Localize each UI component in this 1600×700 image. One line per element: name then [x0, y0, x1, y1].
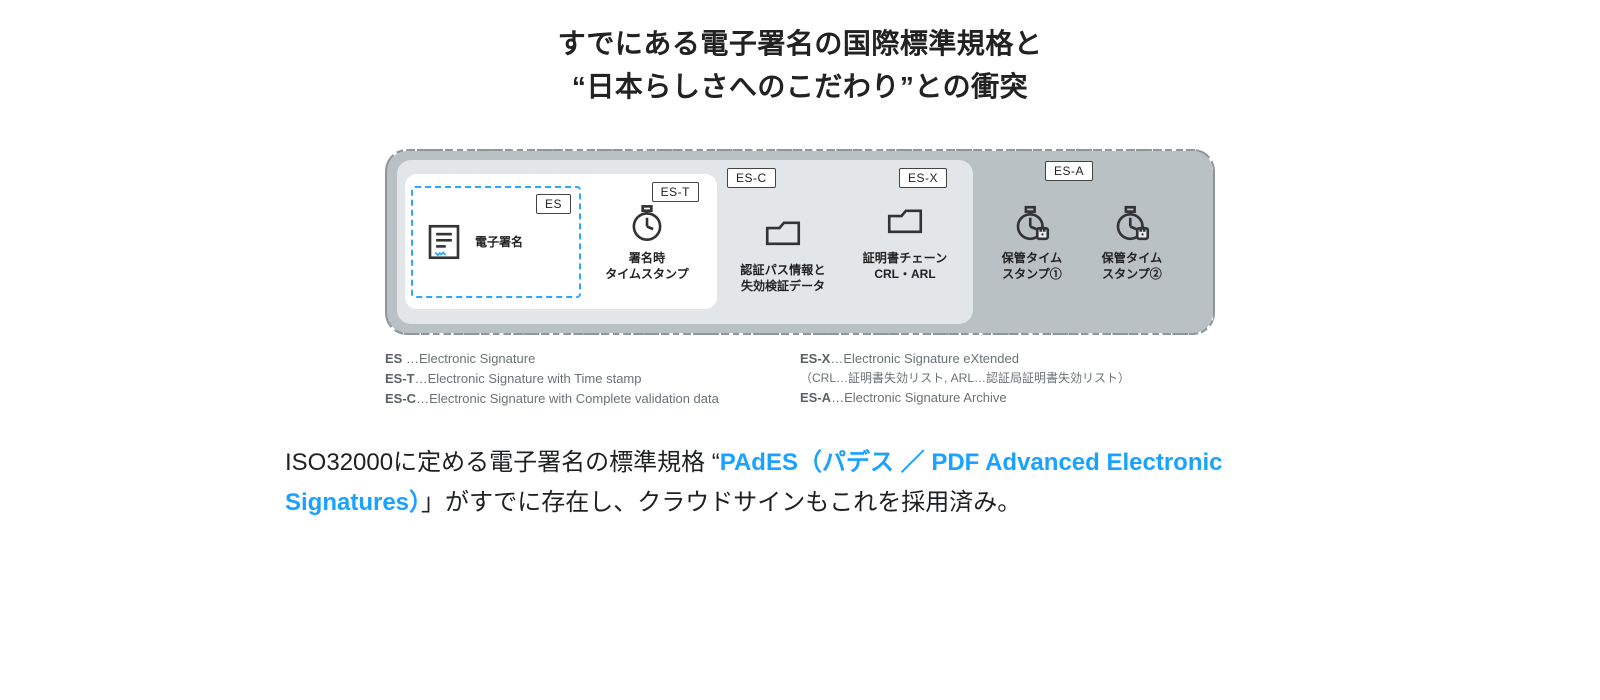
es-x-cell: 証明書チェーン CRL・ARL — [845, 202, 965, 282]
es-a-container: ES-A ES-X ES-T ES — [385, 149, 1215, 335]
archive-timestamp-icon — [1011, 202, 1053, 244]
timestamp-icon — [626, 202, 668, 244]
es-c-badge: ES-C — [727, 168, 776, 188]
es-c-label-1: 認証パス情報と — [740, 262, 825, 278]
footer-part-2: 」がすでに存在し、クラウドサインもこれを採用済み。 — [421, 489, 1021, 516]
es-x-badge: ES-X — [899, 168, 947, 188]
legend-esx-sub: （CRL…証明書失効リスト, ARL…認証局証明書失効リスト） — [800, 369, 1215, 388]
legend-esx-key: ES-X — [800, 351, 830, 366]
footer-part-1: ISO32000に定める電子署名の標準規格 “ — [285, 449, 720, 476]
legend-es-val: …Electronic Signature — [402, 351, 535, 366]
legend-est-key: ES-T — [385, 371, 415, 386]
legend: ES …Electronic Signature ES-T…Electronic… — [385, 349, 1215, 409]
legend-es-key: ES — [385, 351, 402, 366]
es-a-badge: ES-A — [1045, 161, 1093, 181]
legend-esa-val: …Electronic Signature Archive — [831, 390, 1007, 405]
folder-icon — [762, 214, 804, 256]
title-line-1: すでにある電子署名の国際標準規格と — [0, 22, 1600, 65]
legend-esx-val: …Electronic Signature eXtended — [830, 351, 1019, 366]
legend-esc-val: …Electronic Signature with Complete vali… — [416, 391, 719, 406]
es-t-label-1: 署名時 — [605, 250, 688, 266]
folder-icon — [884, 202, 926, 244]
page: すでにある電子署名の国際標準規格と “日本らしさへのこだわり”との衝突 ES-A… — [0, 0, 1600, 700]
es-a2-label-2: スタンプ② — [1102, 266, 1163, 282]
es-t-container: ES-T ES 電子署名 — [405, 174, 717, 309]
legend-est-val: …Electronic Signature with Time stamp — [415, 371, 642, 386]
legend-left: ES …Electronic Signature ES-T…Electronic… — [385, 349, 800, 409]
es-a2-cell: 保管タイム スタンプ② — [1087, 202, 1177, 282]
es-a2-label-1: 保管タイム — [1102, 250, 1163, 266]
es-a1-label-1: 保管タイム — [1002, 250, 1063, 266]
es-t-badge: ES-T — [652, 182, 699, 202]
legend-right: ES-X…Electronic Signature eXtended （CRL…… — [800, 349, 1215, 409]
es-a1-cell: 保管タイム スタンプ① — [987, 202, 1077, 282]
es-x-label-1: 証明書チェーン — [863, 250, 948, 266]
page-title: すでにある電子署名の国際標準規格と “日本らしさへのこだわり”との衝突 — [0, 0, 1600, 109]
es-container: ES 電子署名 — [411, 186, 581, 298]
archive-timestamp-icon — [1111, 202, 1153, 244]
document-icon — [423, 221, 465, 263]
legend-esa-key: ES-A — [800, 390, 831, 405]
es-label: 電子署名 — [475, 233, 523, 250]
es-x-label-2: CRL・ARL — [863, 266, 948, 282]
es-t-cell: 署名時 タイムスタンプ — [587, 202, 707, 282]
es-t-label-2: タイムスタンプ — [605, 266, 688, 282]
es-c-cell: . ES-C 認証パス情報と 失効検証データ — [723, 190, 843, 294]
es-x-container: ES-X ES-T ES — [397, 160, 973, 324]
es-badge: ES — [536, 194, 571, 214]
footer-text: ISO32000に定める電子署名の標準規格 “PAdES（パデス ／ PDF A… — [285, 443, 1315, 522]
es-c-label-2: 失効検証データ — [740, 278, 825, 294]
pades-diagram: ES-A ES-X ES-T ES — [385, 149, 1215, 409]
es-a1-label-2: スタンプ① — [1002, 266, 1063, 282]
title-line-2: “日本らしさへのこだわり”との衝突 — [0, 65, 1600, 108]
legend-esc-key: ES-C — [385, 391, 416, 406]
